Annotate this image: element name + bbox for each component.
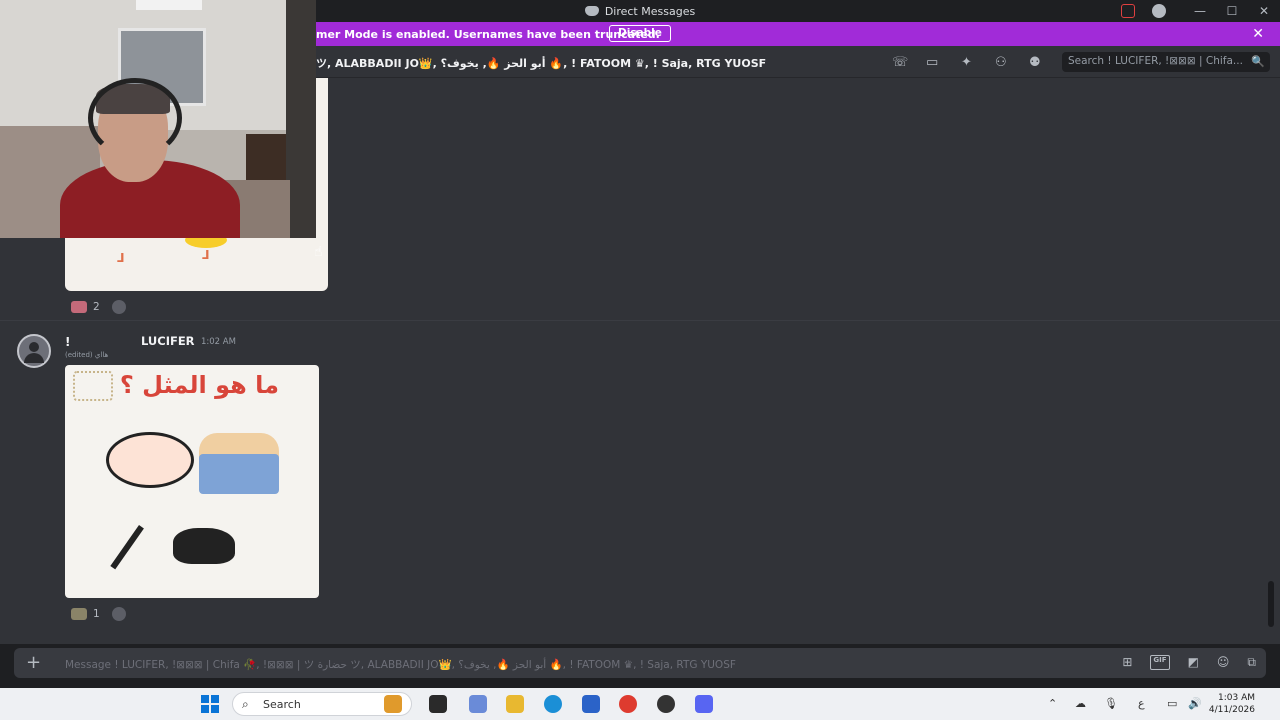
close-window-button[interactable]: ✕ <box>1248 4 1280 18</box>
system-clock[interactable]: 1:03 AM 4/11/2026 <box>1209 692 1255 716</box>
message-input[interactable]: Message ! LUCIFER, !⊠⊠⊠ | Chifa 🥀, !⊠⊠⊠ … <box>65 657 875 672</box>
avatar-body <box>24 353 44 363</box>
message-composer[interactable]: + Message ! LUCIFER, !⊠⊠⊠ | Chifa 🥀, !⊠⊠… <box>14 648 1266 678</box>
file-explorer-icon[interactable] <box>506 695 524 713</box>
edited-label: (edited) <box>65 351 93 359</box>
webcam-overlay <box>0 0 316 238</box>
gif-icon[interactable]: GIF <box>1150 655 1170 670</box>
screen-share-icon[interactable] <box>1121 4 1135 18</box>
maximize-button[interactable]: ☐ <box>1216 4 1248 18</box>
start-button[interactable] <box>201 695 219 713</box>
add-reaction-icon[interactable] <box>111 607 126 621</box>
add-reaction-icon[interactable] <box>111 300 126 314</box>
discord-taskbar-icon[interactable] <box>695 695 713 713</box>
group-recipients[interactable]: ツ, ALABBADII JO👑, أبو الحز 🔥, يخوف؟ 🔥, !… <box>316 55 766 71</box>
avatar[interactable] <box>17 334 51 368</box>
obs-icon[interactable] <box>657 695 675 713</box>
member-list-icon[interactable]: ⚉ <box>1029 55 1041 70</box>
clock-time: 1:03 AM <box>1218 693 1255 703</box>
duck-foot: ᒧ <box>117 251 125 265</box>
baby-face-illustration <box>106 432 194 488</box>
onedrive-icon[interactable]: ☁ <box>1075 697 1086 710</box>
book-illustration <box>199 454 279 494</box>
minimize-button[interactable]: — <box>1184 4 1216 18</box>
search-icon: 🔍 <box>1251 55 1265 68</box>
author-prefix[interactable]: ! <box>65 335 70 349</box>
task-view-icon[interactable] <box>429 695 447 713</box>
add-friends-icon[interactable]: ⚇ <box>995 55 1007 70</box>
ime-indicator[interactable]: ع <box>1138 697 1145 710</box>
reaction-emoji-icon <box>71 608 87 620</box>
pinned-messages-icon[interactable]: ✦ <box>961 55 972 70</box>
reaction-bar: 1 <box>67 605 126 623</box>
volume-icon[interactable]: 🔊 <box>1188 697 1202 710</box>
message-divider <box>0 320 1280 321</box>
reaction-count: 1 <box>93 608 100 620</box>
author-name[interactable]: LUCIFER <box>141 334 195 348</box>
message-text: هااي <box>94 351 109 359</box>
reaction[interactable]: 1 <box>67 605 104 623</box>
composer-icons: ⊞ GIF ◩ ☺ ⧉ <box>1122 655 1256 670</box>
tray-expand-icon[interactable]: ⌃ <box>1048 697 1057 710</box>
window-title: Direct Messages <box>584 4 696 18</box>
webcam-headset <box>88 78 182 158</box>
image-caption: ما هو المثل ؟ <box>119 371 279 399</box>
message-edited: (edited) هااي <box>65 351 108 359</box>
reaction-bar: 2 <box>67 298 126 316</box>
rocks-illustration <box>173 528 235 564</box>
scrollbar[interactable] <box>1268 581 1274 627</box>
edge-icon[interactable] <box>544 695 562 713</box>
avatar-head <box>29 342 39 352</box>
video-call-icon[interactable]: ▭ <box>926 55 938 70</box>
reaction-count: 2 <box>93 301 100 313</box>
clock-date: 4/11/2026 <box>1208 705 1255 715</box>
sticker-icon[interactable]: ◩ <box>1188 655 1199 670</box>
search-input[interactable]: Search ! LUCIFER, !⊠⊠⊠ | Chifa... 🔍 <box>1062 52 1270 72</box>
banner-close-icon[interactable]: ✕ <box>1252 26 1264 42</box>
reaction[interactable]: 2 <box>67 298 104 316</box>
taskbar-search-label: Search <box>263 698 301 711</box>
apps-icon[interactable]: ⧉ <box>1247 655 1256 670</box>
network-icon[interactable]: ▭ <box>1167 697 1177 710</box>
emoji-icon[interactable]: ☺ <box>1217 655 1230 670</box>
microphone-icon[interactable]: 🎙 <box>1104 697 1118 710</box>
voice-call-icon[interactable]: ☏ <box>892 55 908 70</box>
decoration <box>73 371 113 401</box>
message-timestamp: 1:02 AM <box>201 337 236 347</box>
widget-icon[interactable] <box>384 695 402 713</box>
search-icon: ⌕ <box>242 697 249 711</box>
disable-streamer-mode-button[interactable]: Disable <box>609 25 671 42</box>
search-placeholder: Search ! LUCIFER, !⊠⊠⊠ | Chifa... <box>1068 55 1243 67</box>
webcam-air-conditioner <box>136 0 202 10</box>
window-title-text: Direct Messages <box>604 4 696 18</box>
webcam-furniture <box>246 134 286 180</box>
mouse-cursor-icon: ☝ <box>314 244 323 260</box>
store-icon[interactable] <box>582 695 600 713</box>
image-attachment[interactable]: ما هو المثل ؟ <box>65 365 319 598</box>
duck-foot: ᒧ <box>202 248 210 262</box>
taskbar: ⌕ Search ⌃ ☁ 🎙 ع ▭ 🔊 1:03 AM 4/11/2026 <box>0 688 1280 720</box>
pickaxe-illustration <box>110 525 144 570</box>
chrome-icon[interactable] <box>619 695 637 713</box>
help-icon[interactable] <box>1152 4 1166 18</box>
copilot-icon[interactable] <box>469 695 487 713</box>
gift-icon[interactable]: ⊞ <box>1122 655 1132 670</box>
attach-plus-icon[interactable]: + <box>26 652 41 673</box>
webcam-door <box>286 0 316 238</box>
window-controls: — ☐ ✕ <box>1184 0 1280 22</box>
discord-icon <box>584 6 599 16</box>
reaction-emoji-icon <box>71 301 87 313</box>
